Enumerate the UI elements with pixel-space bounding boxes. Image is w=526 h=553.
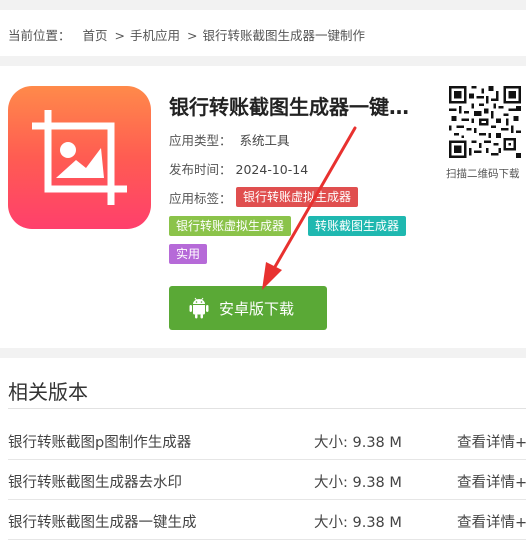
app-type-label: 应用类型： (169, 133, 232, 148)
breadcrumb-label: 当前位置： (8, 28, 71, 43)
release-date-row: 发布时间： 2024-10-14 (169, 159, 308, 178)
version-row[interactable]: 银行转账截图p图制作生成器 大小: 9.38 M 查看详情+ (8, 420, 526, 460)
breadcrumb: 当前位置： 首页 > 手机应用 > 银行转账截图生成器一键制作 (0, 10, 526, 56)
app-title: 银行转账截图生成器一键… (169, 95, 409, 119)
android-icon (189, 297, 209, 319)
size-value: 9.38 M (352, 475, 402, 491)
app-type-value: 系统工具 (239, 133, 290, 148)
android-download-button[interactable]: 安卓版下载 (169, 286, 327, 330)
image-crop-icon (8, 86, 151, 229)
size-label: 大小: (314, 475, 348, 491)
related-versions-section: 相关版本 银行转账截图p图制作生成器 大小: 9.38 M 查看详情+ 银行转账… (0, 358, 526, 553)
tag-link[interactable]: 银行转账虚拟生成器 (169, 216, 292, 236)
breadcrumb-separator: > (114, 28, 126, 43)
download-button-label: 安卓版下载 (219, 299, 295, 318)
breadcrumb-category-link[interactable]: 手机应用 (130, 28, 180, 43)
tag-link[interactable]: 转账截图生成器 (308, 216, 407, 236)
breadcrumb-current: 银行转账截图生成器一键制作 (202, 28, 366, 43)
size-value: 9.38 M (352, 435, 402, 451)
app-info-card: 银行转账截图生成器一键… 应用类型： 系统工具 发布时间： 2024-10-14 应… (0, 66, 526, 348)
view-details-link[interactable]: 查看详情+ (457, 511, 526, 532)
size-value: 9.38 M (352, 515, 402, 531)
version-size: 大小: 9.38 M (314, 471, 402, 492)
release-date-value: 2024-10-14 (235, 162, 309, 177)
breadcrumb-separator: > (187, 28, 198, 43)
version-name-link[interactable]: 银行转账截图生成器一键生成 (8, 511, 197, 532)
view-details-link[interactable]: 查看详情+ (457, 431, 526, 452)
version-size: 大小: 9.38 M (314, 511, 402, 532)
tag-link[interactable]: 银行转账虚拟生成器 (236, 187, 359, 207)
version-row[interactable]: 银行转账截图生成器一键生成 大小: 9.38 M 查看详情+ (8, 500, 526, 540)
release-date-label: 发布时间： (169, 162, 232, 177)
app-type-row: 应用类型： 系统工具 (169, 130, 290, 149)
size-label: 大小: (314, 515, 348, 531)
version-size: 大小: 9.38 M (314, 431, 402, 452)
breadcrumb-home-link[interactable]: 首页 (83, 28, 108, 43)
view-details-link[interactable]: 查看详情+ (457, 471, 526, 492)
app-tags-label: 应用标签： (169, 191, 232, 206)
size-label: 大小: (314, 435, 348, 451)
version-name-link[interactable]: 银行转账截图生成器去水印 (8, 471, 182, 492)
qr-caption: 扫描二维码下载 (446, 168, 520, 180)
section-divider (8, 408, 526, 409)
version-row[interactable]: 银行转账截图生成器去水印 大小: 9.38 M 查看详情+ (8, 460, 526, 500)
version-name-link[interactable]: 银行转账截图p图制作生成器 (8, 431, 191, 452)
tag-link[interactable]: 实用 (169, 244, 208, 264)
qr-code (449, 86, 521, 158)
section-title: 相关版本 (8, 380, 88, 404)
